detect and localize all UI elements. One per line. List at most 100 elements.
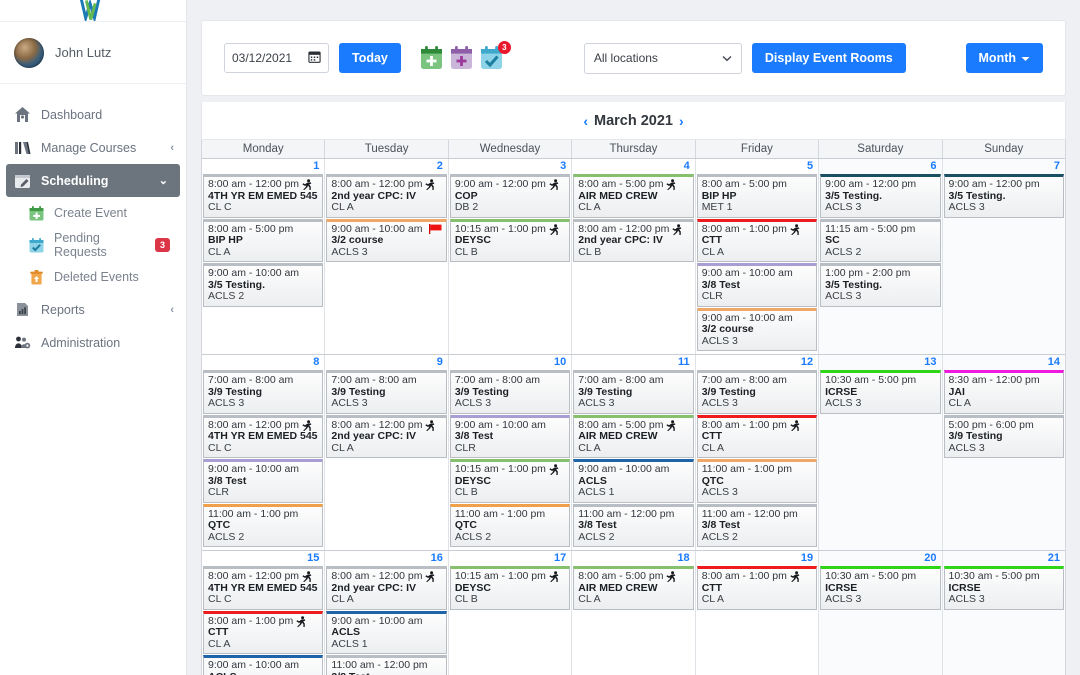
calendar-event-card[interactable]: 9:00 am - 10:00 am 3/5 Testing. ACLS 2 — [203, 263, 324, 307]
calendar-day-cell[interactable]: 10 7:00 am - 8:00 am 3/9 Testing ACLS 3 9:00… — [448, 355, 573, 550]
calendar-day-number[interactable]: 13 — [819, 355, 941, 370]
calendar-event-card[interactable]: 10:15 am - 1:00 pm DEYSC CL B — [449, 566, 571, 610]
brand-logo[interactable] — [0, 0, 186, 22]
calendar-day-number[interactable]: 6 — [819, 159, 941, 174]
calendar-day-cell[interactable]: 20 10:30 am - 5:00 pm ICRSE ACLS 3 — [819, 551, 943, 675]
calendar-day-cell[interactable]: 15 8:00 am - 12:00 pm 4TH YR EM EMED 5450 C… — [202, 551, 326, 675]
calendar-event-card[interactable]: 8:00 am - 1:00 pm CTT CL A — [696, 218, 818, 262]
calendar-event-card[interactable]: 9:00 am - 10:00 amACLSACLS 1 — [573, 459, 694, 503]
calendar-event-card[interactable]: 9:00 am - 10:00 am 3/2 course ACLS 3 — [696, 307, 818, 351]
calendar-event-card[interactable]: 8:00 am - 5:00 pm BIP HP CL A — [203, 218, 324, 262]
calendar-event-card[interactable]: 9:00 am - 10:00 am 3/8 Test CLR — [203, 459, 324, 503]
calendar-day-cell[interactable]: 3 9:00 am - 12:00 pm COP DB 2 10:15 am - 1:0… — [448, 159, 573, 354]
calendar-day-cell[interactable]: 9 7:00 am - 8:00 am 3/9 Testing ACLS 3 8:00 … — [325, 355, 449, 550]
calendar-day-cell[interactable]: 1 8:00 am - 12:00 pm 4TH YR EM EMED 5450 CL… — [202, 159, 326, 354]
next-month-button[interactable]: › — [679, 113, 684, 129]
calendar-event-card[interactable]: 8:00 am - 5:00 pm BIP HP MET 1 — [696, 174, 818, 218]
calendar-event-card[interactable]: 10:30 am - 5:00 pm ICRSE ACLS 3 — [943, 566, 1064, 610]
calendar-event-card[interactable]: 9:00 am - 10:00 amACLSACLS 1 — [326, 610, 447, 654]
calendar-event-card[interactable]: 7:00 am - 8:00 am 3/9 Testing ACLS 3 — [696, 370, 818, 414]
calendar-event-card[interactable]: 8:00 am - 12:00 pm 2nd year CPC: IV CL A — [326, 566, 447, 610]
calendar-day-cell[interactable]: 6 9:00 am - 12:00 pm 3/5 Testing. ACLS 3 11:… — [819, 159, 943, 354]
calendar-day-number[interactable]: 20 — [819, 551, 941, 566]
today-button[interactable]: Today — [339, 43, 401, 73]
calendar-event-card[interactable]: 1:00 pm - 2:00 pm 3/5 Testing. ACLS 3 — [820, 263, 941, 307]
calendar-event-card[interactable]: 10:30 am - 5:00 pm ICRSE ACLS 3 — [820, 566, 941, 610]
calendar-day-number[interactable]: 19 — [696, 551, 818, 566]
view-mode-dropdown[interactable]: Month — [965, 43, 1043, 73]
calendar-event-card[interactable]: 11:00 am - 1:00 pm QTC ACLS 2 — [449, 503, 571, 547]
calendar-event-card[interactable]: 10:15 am - 1:00 pm DEYSC CL B — [449, 218, 571, 262]
calendar-event-card[interactable]: 8:00 am - 12:00 pm 4TH YR EM EMED 5450 CL … — [203, 414, 324, 458]
calendar-day-cell[interactable]: 11 7:00 am - 8:00 am 3/9 Testing ACLS 3 8:00… — [572, 355, 696, 550]
calendar-day-cell[interactable]: 14 8:30 am - 12:00 pm JAI CL A 5:00 pm - 6:0… — [942, 355, 1065, 550]
calendar-day-number[interactable]: 2 — [325, 159, 447, 174]
calendar-event-card[interactable]: 7:00 am - 8:00 am 3/9 Testing ACLS 3 — [449, 370, 571, 414]
calendar-day-number[interactable]: 21 — [943, 551, 1065, 566]
calendar-event-card[interactable]: 10:15 am - 1:00 pm DEYSC CL B — [449, 459, 571, 503]
calendar-icon[interactable] — [308, 50, 321, 66]
calendar-event-card[interactable]: 11:00 am - 12:00 pm3/8 TestACLS 2 — [326, 655, 447, 675]
calendar-event-card[interactable]: 8:00 am - 5:00 pm AIR MED CREW CL A — [573, 174, 694, 218]
calendar-event-card[interactable]: 11:00 am - 12:00 pm3/8 TestACLS 2 — [573, 503, 694, 547]
display-event-rooms-button[interactable]: Display Event Rooms — [751, 43, 906, 73]
calendar-event-card[interactable]: 9:00 am - 12:00 pm COP DB 2 — [449, 174, 571, 218]
calendar-event-card[interactable]: 8:00 am - 1:00 pm CTT CL A — [696, 414, 818, 458]
sidebar-item-pending-requests[interactable]: Pending Requests 3 — [0, 229, 186, 261]
calendar-day-number[interactable]: 9 — [325, 355, 447, 370]
calendar-day-number[interactable]: 14 — [943, 355, 1065, 370]
calendar-event-card[interactable]: 8:00 am - 12:00 pm 2nd year CPC: IV CL A — [326, 174, 447, 218]
user-profile[interactable]: John Lutz — [0, 22, 186, 84]
calendar-event-card[interactable]: 8:00 am - 12:00 pm 4TH YR EM EMED 5450 CL … — [203, 566, 324, 610]
calendar-day-cell[interactable]: 5 8:00 am - 5:00 pm BIP HP MET 1 8:00 am - 1… — [695, 159, 820, 354]
calendar-event-card[interactable]: 9:00 am - 10:00 am 3/8 Test CLR — [696, 263, 818, 307]
calendar-day-number[interactable]: 12 — [696, 355, 818, 370]
calendar-event-card[interactable]: 11:00 am - 1:00 pm QTC ACLS 2 — [203, 503, 324, 547]
sidebar-item-deleted-events[interactable]: Deleted Events — [0, 261, 186, 293]
calendar-event-card[interactable]: 9:00 am - 12:00 pm 3/5 Testing. ACLS 3 — [820, 174, 941, 218]
calendar-day-cell[interactable]: 4 8:00 am - 5:00 pm AIR MED CREW CL A 8:00 a… — [572, 159, 696, 354]
sidebar-item-scheduling[interactable]: Scheduling ⌄ — [6, 164, 180, 197]
calendar-day-number[interactable]: 3 — [449, 159, 571, 174]
calendar-day-number[interactable]: 11 — [572, 355, 694, 370]
calendar-day-number[interactable]: 1 — [202, 159, 324, 174]
sidebar-item-manage-courses[interactable]: Manage Courses ‹ — [0, 131, 186, 164]
calendar-event-card[interactable]: 10:30 am - 5:00 pm ICRSE ACLS 3 — [820, 370, 941, 414]
calendar-event-card[interactable]: 8:00 am - 5:00 pm AIR MED CREW CL A — [573, 566, 694, 610]
calendar-event-card[interactable]: 8:00 am - 1:00 pm CTT CL A — [696, 566, 818, 610]
calendar-day-cell[interactable]: 7 9:00 am - 12:00 pm 3/5 Testing. ACLS 3 — [942, 159, 1065, 354]
sidebar-item-reports[interactable]: Reports ‹ — [0, 293, 186, 326]
prev-month-button[interactable]: ‹ — [583, 113, 588, 129]
calendar-plus-green-icon[interactable] — [419, 45, 444, 72]
calendar-event-card[interactable]: 8:00 am - 12:00 pm 2nd year CPC: IV CL B — [573, 218, 694, 262]
sidebar-item-dashboard[interactable]: Dashboard — [0, 98, 186, 131]
calendar-check-blue-icon[interactable]: 3 — [479, 40, 511, 72]
date-input[interactable]: 03/12/2021 — [224, 43, 329, 73]
calendar-day-cell[interactable]: 2 8:00 am - 12:00 pm 2nd year CPC: IV CL A9… — [325, 159, 449, 354]
calendar-day-cell[interactable]: 18 8:00 am - 5:00 pm AIR MED CREW CL A — [572, 551, 696, 675]
calendar-day-number[interactable]: 8 — [202, 355, 324, 370]
calendar-event-card[interactable]: 11:00 am - 12:00 pm3/8 TestACLS 2 — [696, 503, 818, 547]
sidebar-item-administration[interactable]: Administration — [0, 326, 186, 359]
calendar-day-cell[interactable]: 17 10:15 am - 1:00 pm DEYSC CL B — [448, 551, 573, 675]
calendar-event-card[interactable]: 8:00 am - 12:00 pm 4TH YR EM EMED 5450 CL … — [203, 174, 324, 218]
calendar-day-number[interactable]: 4 — [572, 159, 694, 174]
calendar-event-card[interactable]: 9:00 am - 10:00 am 3/2 course ACLS 3 — [326, 218, 447, 262]
calendar-day-cell[interactable]: 8 7:00 am - 8:00 am 3/9 Testing ACLS 3 8:00 … — [202, 355, 326, 550]
calendar-event-card[interactable]: 8:30 am - 12:00 pm JAI CL A — [943, 370, 1064, 414]
calendar-day-cell[interactable]: 13 10:30 am - 5:00 pm ICRSE ACLS 3 — [819, 355, 943, 550]
calendar-event-card[interactable]: 9:00 am - 12:00 pm 3/5 Testing. ACLS 3 — [943, 174, 1064, 218]
calendar-day-number[interactable]: 17 — [449, 551, 571, 566]
calendar-event-card[interactable]: 8:00 am - 5:00 pm AIR MED CREW CL A — [573, 414, 694, 458]
calendar-day-cell[interactable]: 19 8:00 am - 1:00 pm CTT CL A — [695, 551, 820, 675]
calendar-event-card[interactable]: 9:00 am - 10:00 amACLSACLS 1 — [203, 655, 324, 675]
calendar-day-cell[interactable]: 16 8:00 am - 12:00 pm 2nd year CPC: IV CL A… — [325, 551, 449, 675]
calendar-day-cell[interactable]: 21 10:30 am - 5:00 pm ICRSE ACLS 3 — [942, 551, 1065, 675]
calendar-day-number[interactable]: 5 — [696, 159, 818, 174]
calendar-event-card[interactable]: 11:15 am - 5:00 pm SC ACLS 2 — [820, 218, 941, 262]
calendar-event-card[interactable]: 11:00 am - 1:00 pm QTC ACLS 3 — [696, 459, 818, 503]
calendar-day-number[interactable]: 15 — [202, 551, 324, 566]
calendar-day-number[interactable]: 10 — [449, 355, 571, 370]
calendar-event-card[interactable]: 7:00 am - 8:00 am 3/9 Testing ACLS 3 — [326, 370, 447, 414]
calendar-event-card[interactable]: 8:00 am - 12:00 pm 2nd year CPC: IV CL A — [326, 414, 447, 458]
